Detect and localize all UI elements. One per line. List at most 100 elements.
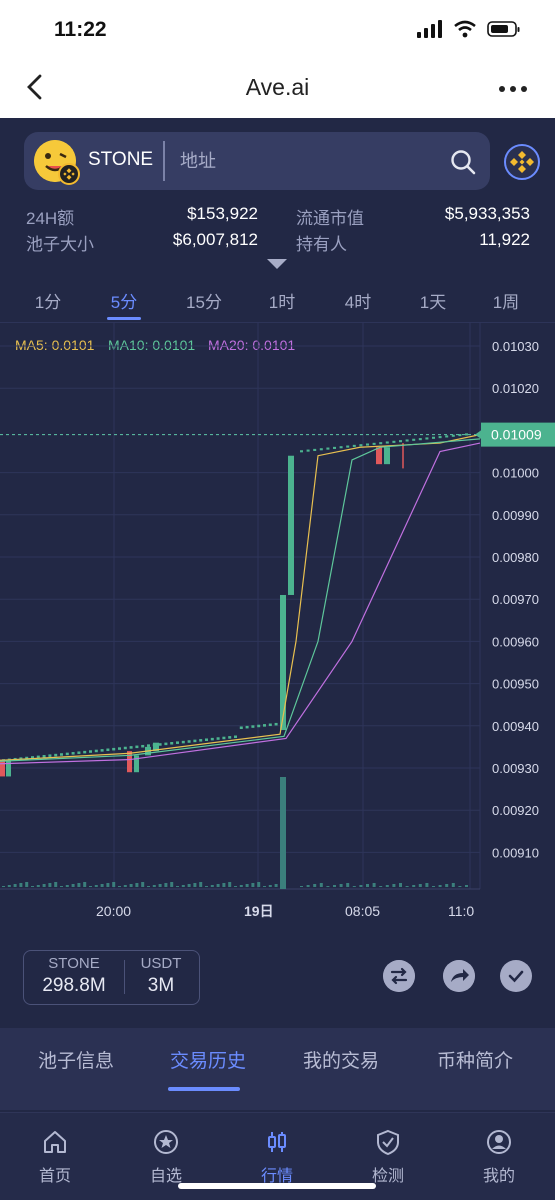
y-tick-label: 0.00930 [492,761,539,776]
tab-token-intro[interactable]: 币种简介 [437,1046,513,1073]
liquidity-separator [124,960,125,994]
home-indicator [178,1183,376,1189]
candle [306,449,310,452]
candle [372,442,376,445]
volume-bar [268,885,272,887]
candlestick-chart[interactable]: 0.01030 0.01020 0.01000 0.00990 0.00980 0.009… [0,322,555,932]
page-title: Ave.ai [245,74,310,100]
volume-bar [176,886,179,887]
candle [300,450,303,453]
volume-bar [465,885,468,887]
volume-spike [280,777,286,889]
volume-bar [112,882,116,887]
candle [112,747,116,751]
current-price-arrow [475,429,482,440]
token-symbol[interactable]: STONE [88,149,153,171]
volume-bar [392,884,396,887]
address-search-input[interactable] [180,141,440,181]
candle [251,725,255,728]
candle [164,742,168,746]
candle [288,455,294,595]
candle [352,444,356,447]
volume-bar [458,886,462,887]
candle [123,746,127,750]
candle [129,746,133,749]
tab-1w[interactable]: 1周 [476,288,536,313]
holders-value: 11,922 [479,230,530,249]
candle [100,749,104,752]
expand-caret-icon[interactable] [267,259,287,269]
volume-bar [385,885,389,887]
volume-bar [147,886,150,887]
candle [118,747,121,750]
candle [6,759,11,777]
share-icon[interactable] [443,960,475,992]
candle [376,447,382,465]
candle [54,753,58,757]
security-shield-icon[interactable] [500,960,532,992]
nav-market[interactable]: 行情 [242,1128,312,1186]
shield-icon [377,1129,399,1156]
holders-label: 持有人 [296,235,347,254]
nav-home[interactable]: 首页 [20,1128,90,1186]
market-cap-label: 流通市值 [296,209,364,228]
ma5-line [0,434,481,762]
candle [48,754,52,757]
tab-5m[interactable]: 5分 [94,288,154,313]
more-icon[interactable] [499,86,527,92]
candle [170,742,174,745]
timeframe-tabs: 1分 5分 15分 1时 4时 1天 1周 [0,278,555,322]
tab-4h[interactable]: 4时 [328,288,388,313]
volume-bar [106,883,110,887]
volume-bar [222,883,226,887]
nav-detect[interactable]: 检测 [353,1128,423,1186]
wifi-icon [454,20,476,38]
candle [158,743,162,746]
search-divider [163,141,165,181]
candle [385,441,389,444]
info-tab-underline [168,1087,240,1091]
tab-15m[interactable]: 15分 [174,288,234,313]
candle [412,438,416,441]
candle [359,444,363,447]
volume-bar [326,886,330,887]
volume-bar [94,885,98,887]
candle [234,735,237,739]
volume-bar [228,882,232,887]
volume-bar [263,886,266,887]
volume-bar [2,886,5,887]
swap-icon[interactable] [383,960,415,992]
volume-bar [7,885,11,887]
x-tick-label: 19日 [244,903,274,919]
candle [199,739,203,742]
candle [268,723,272,727]
candle [228,736,232,739]
tab-1m[interactable]: 1分 [18,288,78,313]
y-tick-label: 0.00920 [492,803,539,818]
tab-trade-history[interactable]: 交易历史 [170,1046,246,1073]
candle [257,724,261,728]
volume-24h-label: 24H额 [26,209,75,228]
tab-pool-info[interactable]: 池子信息 [38,1046,114,1073]
bnb-chain-badge-icon [58,163,80,185]
volume-bar [19,883,23,887]
volume-bar [77,883,81,887]
candle [65,752,69,756]
ma10-line [0,438,481,762]
search-icon[interactable] [449,148,477,176]
nav-watchlist[interactable]: 自选 [131,1128,201,1186]
tab-1h[interactable]: 1时 [252,288,312,313]
candle [418,438,422,441]
candle [245,725,249,729]
tab-my-trades[interactable]: 我的交易 [303,1046,379,1073]
volume-bar [239,885,243,887]
bnb-chain-icon[interactable] [503,143,541,181]
candle [445,435,449,438]
candle [339,446,343,449]
volume-bar [352,886,356,887]
volume-bar [379,886,383,887]
nav-profile[interactable]: 我的 [464,1128,534,1186]
tab-1d[interactable]: 1天 [403,288,463,313]
volume-bar [60,886,63,887]
volume-bar [123,885,127,887]
